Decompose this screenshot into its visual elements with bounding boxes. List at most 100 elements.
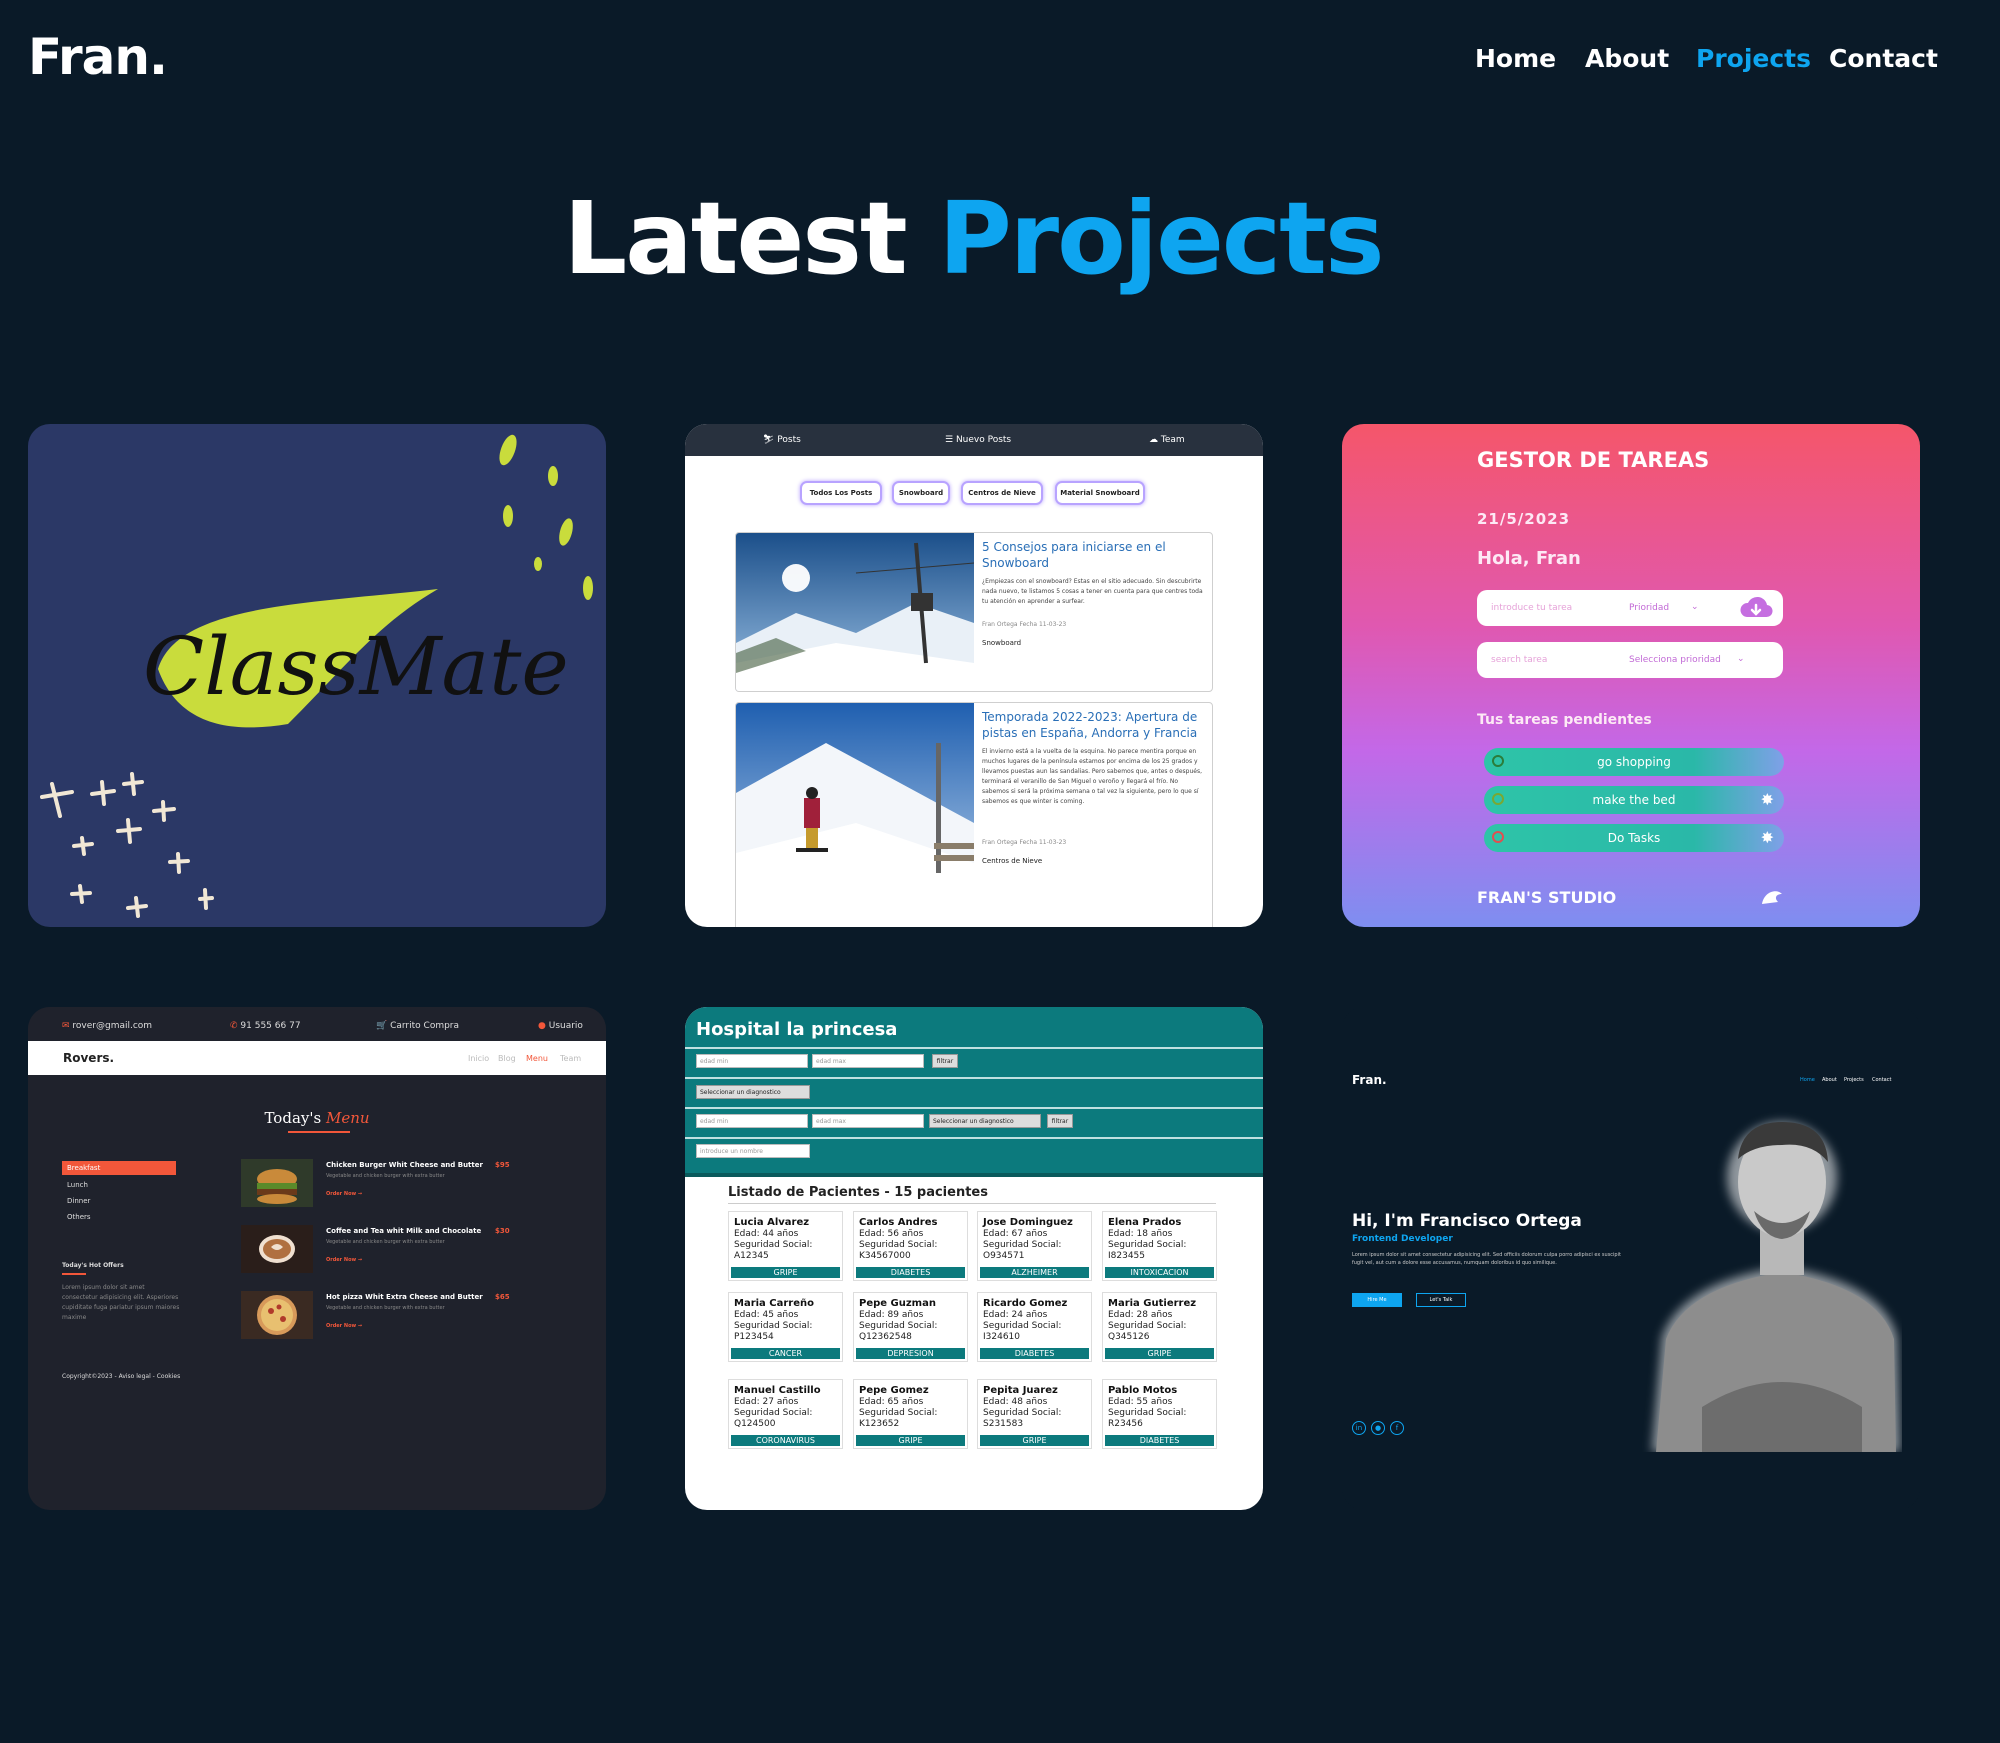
post-tag-2[interactable]: Centros de Nieve — [982, 857, 1042, 865]
patient-age: Edad: 48 años — [983, 1397, 1048, 1407]
portfolio-logo[interactable]: Fran. — [1352, 1073, 1387, 1087]
cloud-download-icon[interactable] — [1739, 595, 1773, 621]
patient-card[interactable]: Pablo Motos Edad: 55 años Seguridad Social… — [1102, 1379, 1217, 1449]
portfolio-nav-about[interactable]: About — [1822, 1077, 1837, 1083]
site-logo[interactable]: Fran. — [28, 28, 168, 86]
order-now-link[interactable]: Order Now → — [326, 1257, 362, 1263]
post-title-1[interactable]: 5 Consejos para iniciarse en el Snowboar… — [982, 539, 1202, 571]
task-checkbox[interactable] — [1492, 831, 1504, 843]
nav-home[interactable]: Home — [1475, 44, 1556, 73]
filtrar-button[interactable]: filtrar — [932, 1054, 958, 1068]
search-input[interactable]: search tarea — [1491, 655, 1547, 665]
task-checkbox[interactable] — [1492, 755, 1504, 767]
filtrar-button[interactable]: filtrar — [1047, 1114, 1073, 1128]
rovers-nav-team[interactable]: Team — [560, 1054, 581, 1063]
project-card-snowboard[interactable]: ⛷ Posts ☰ Nuevo Posts ☁ Team Todos Los P… — [685, 424, 1263, 927]
rovers-nav-inicio[interactable]: Inicio — [468, 1054, 489, 1063]
filter-snowboard[interactable]: Snowboard — [892, 481, 950, 505]
rovers-nav-blog[interactable]: Blog — [498, 1054, 516, 1063]
post-card-1[interactable]: 5 Consejos para iniciarse en el Snowboar… — [735, 532, 1213, 692]
patient-card[interactable]: Manuel Castillo Edad: 27 años Seguridad So… — [728, 1379, 843, 1449]
patient-card[interactable]: Pepe Gomez Edad: 65 años Seguridad Social:… — [853, 1379, 968, 1449]
patient-diagnosis: GRIPE — [731, 1267, 840, 1278]
project-card-portfolio[interactable]: Fran. Home About Projects Contact Hi, I'… — [1342, 1007, 1920, 1510]
patient-ss-value: K34567000 — [859, 1251, 911, 1261]
sparkle-icon[interactable]: ✸ — [1761, 824, 1774, 852]
task-checkbox[interactable] — [1492, 793, 1504, 805]
facebook-icon[interactable]: f — [1390, 1421, 1404, 1435]
menu-item-name: Coffee and Tea whit Milk and Chocolate — [326, 1227, 482, 1235]
project-card-classmate[interactable]: ClassMate — [28, 424, 606, 927]
diagnostico-select[interactable]: Seleccionar un diagnostico — [696, 1085, 810, 1099]
category-dinner[interactable]: Dinner — [67, 1197, 90, 1205]
rovers-footer: Copyright©2023 - Aviso legal - Cookies — [62, 1373, 181, 1380]
task-input[interactable]: introduce tu tarea — [1491, 603, 1572, 613]
patient-card[interactable]: Ricardo Gomez Edad: 24 años Seguridad Soci… — [977, 1292, 1092, 1362]
blog-nav-posts[interactable]: ⛷ Posts — [763, 435, 801, 445]
task-item[interactable]: go shopping — [1484, 748, 1784, 776]
sparkle-icon[interactable]: ✸ — [1761, 786, 1774, 814]
task-item[interactable]: Do Tasks ✸ — [1484, 824, 1784, 852]
offers-underline — [62, 1273, 86, 1275]
phone-link[interactable]: ✆ 91 555 66 77 — [230, 1021, 301, 1031]
category-lunch[interactable]: Lunch — [67, 1181, 88, 1189]
patient-card[interactable]: Maria Gutierrez Edad: 28 años Seguridad So… — [1102, 1292, 1217, 1362]
blog-nav-team[interactable]: ☁ Team — [1149, 435, 1185, 445]
priority-filter-select[interactable]: Selecciona prioridad — [1629, 655, 1721, 665]
patient-card[interactable]: Maria Carreño Edad: 45 años Seguridad Soci… — [728, 1292, 843, 1362]
patient-card[interactable]: Pepita Juarez Edad: 48 años Seguridad Soci… — [977, 1379, 1092, 1449]
lets-talk-button[interactable]: Let's Talk — [1416, 1293, 1466, 1307]
edad-max-input[interactable]: edad max — [812, 1054, 924, 1068]
nav-contact[interactable]: Contact — [1829, 44, 1938, 73]
page-title: Latest Projects — [0, 180, 1946, 297]
title-part2: Projects — [938, 180, 1384, 297]
order-now-link[interactable]: Order Now → — [326, 1191, 362, 1197]
rovers-brand[interactable]: Rovers. — [63, 1051, 114, 1065]
cart-link[interactable]: 🛒 Carrito Compra — [376, 1021, 459, 1031]
patient-card[interactable]: Jose Dominguez Edad: 67 años Seguridad Soc… — [977, 1211, 1092, 1281]
patient-card[interactable]: Carlos Andres Edad: 56 años Seguridad Soci… — [853, 1211, 968, 1281]
edad-min-input[interactable]: edad min — [696, 1054, 808, 1068]
category-breakfast[interactable]: Breakfast — [62, 1161, 176, 1175]
nav-about[interactable]: About — [1585, 44, 1669, 73]
task-item[interactable]: make the bed ✸ — [1484, 786, 1784, 814]
patient-age: Edad: 67 años — [983, 1229, 1048, 1239]
linkedin-icon[interactable]: in — [1352, 1421, 1366, 1435]
post-card-2[interactable]: Temporada 2022-2023: Apertura de pistas … — [735, 702, 1213, 927]
patient-card[interactable]: Pepe Guzman Edad: 89 años Seguridad Social… — [853, 1292, 968, 1362]
order-now-link[interactable]: Order Now → — [326, 1323, 362, 1329]
blog-nav-new[interactable]: ☰ Nuevo Posts — [945, 435, 1011, 445]
patient-age: Edad: 65 años — [859, 1397, 924, 1407]
patient-ss-value: Q12362548 — [859, 1332, 912, 1342]
post-title-2[interactable]: Temporada 2022-2023: Apertura de pistas … — [982, 709, 1202, 741]
edad-min-input[interactable]: edad min — [696, 1114, 808, 1128]
portfolio-nav-projects[interactable]: Projects — [1844, 1077, 1864, 1083]
category-others[interactable]: Others — [67, 1213, 91, 1221]
hire-me-button[interactable]: Hire Me — [1352, 1293, 1402, 1307]
nav-projects[interactable]: Projects — [1696, 44, 1811, 73]
menu-item-name: Chicken Burger Whit Cheese and Butter — [326, 1161, 483, 1169]
priority-select[interactable]: Prioridad — [1629, 603, 1669, 613]
project-card-hospital[interactable]: Hospital la princesa edad min edad max f… — [685, 1007, 1263, 1510]
rovers-topbar: ✉ rover@gmail.com ✆ 91 555 66 77 🛒 Carri… — [28, 1007, 606, 1041]
github-icon[interactable]: ● — [1371, 1421, 1385, 1435]
user-link[interactable]: ● Usuario — [538, 1021, 583, 1031]
rovers-nav-menu[interactable]: Menu — [526, 1054, 548, 1063]
patient-name: Ricardo Gomez — [983, 1298, 1068, 1309]
nombre-input[interactable]: introduce un nombre — [696, 1144, 810, 1158]
portfolio-nav-contact[interactable]: Contact — [1872, 1077, 1891, 1083]
post-tag-1[interactable]: Snowboard — [982, 639, 1021, 647]
patient-ss-value: I823455 — [1108, 1251, 1146, 1261]
edad-max-input[interactable]: edad max — [812, 1114, 924, 1128]
project-card-rovers[interactable]: ✉ rover@gmail.com ✆ 91 555 66 77 🛒 Carri… — [28, 1007, 606, 1510]
filter-material[interactable]: Material Snowboard — [1055, 481, 1145, 505]
email-link[interactable]: ✉ rover@gmail.com — [62, 1021, 152, 1031]
portfolio-nav-home[interactable]: Home — [1800, 1077, 1815, 1083]
patient-diagnosis: CANCER — [731, 1348, 840, 1359]
diagnostico-select[interactable]: Seleccionar un diagnostico — [929, 1114, 1041, 1128]
project-card-tareas[interactable]: GESTOR DE TAREAS 21/5/2023 Hola, Fran in… — [1342, 424, 1920, 927]
patient-card[interactable]: Lucia Alvarez Edad: 44 años Seguridad Soci… — [728, 1211, 843, 1281]
filter-all[interactable]: Todos Los Posts — [800, 481, 882, 505]
filter-centros[interactable]: Centros de Nieve — [961, 481, 1043, 505]
patient-card[interactable]: Elena Prados Edad: 18 años Seguridad Socia… — [1102, 1211, 1217, 1281]
